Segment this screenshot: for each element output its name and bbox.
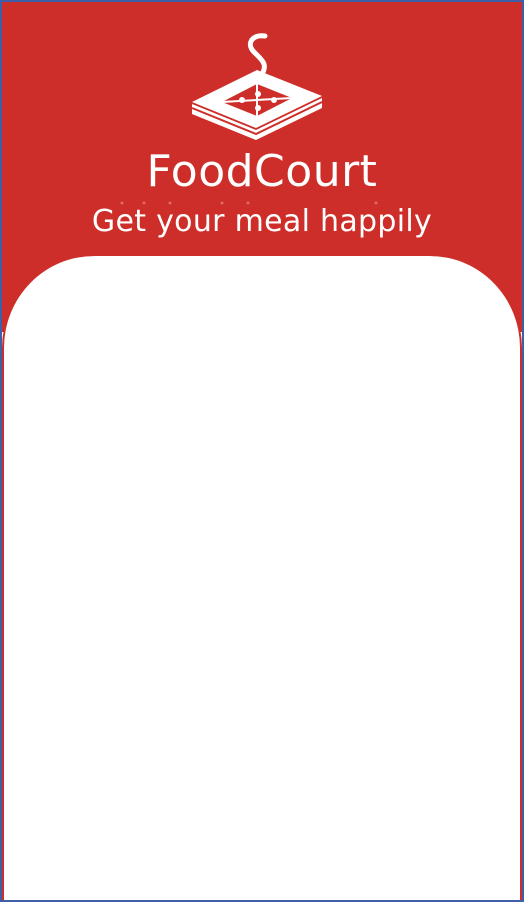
pizza-box-with-steam-icon xyxy=(191,33,323,140)
app-title: FoodCourt xyxy=(146,146,378,197)
decorative-dots xyxy=(120,201,378,205)
app-tagline: Get your meal happily xyxy=(91,204,433,239)
content-card xyxy=(2,256,522,900)
app-window: FoodCourt Get your meal happily xyxy=(0,0,524,902)
